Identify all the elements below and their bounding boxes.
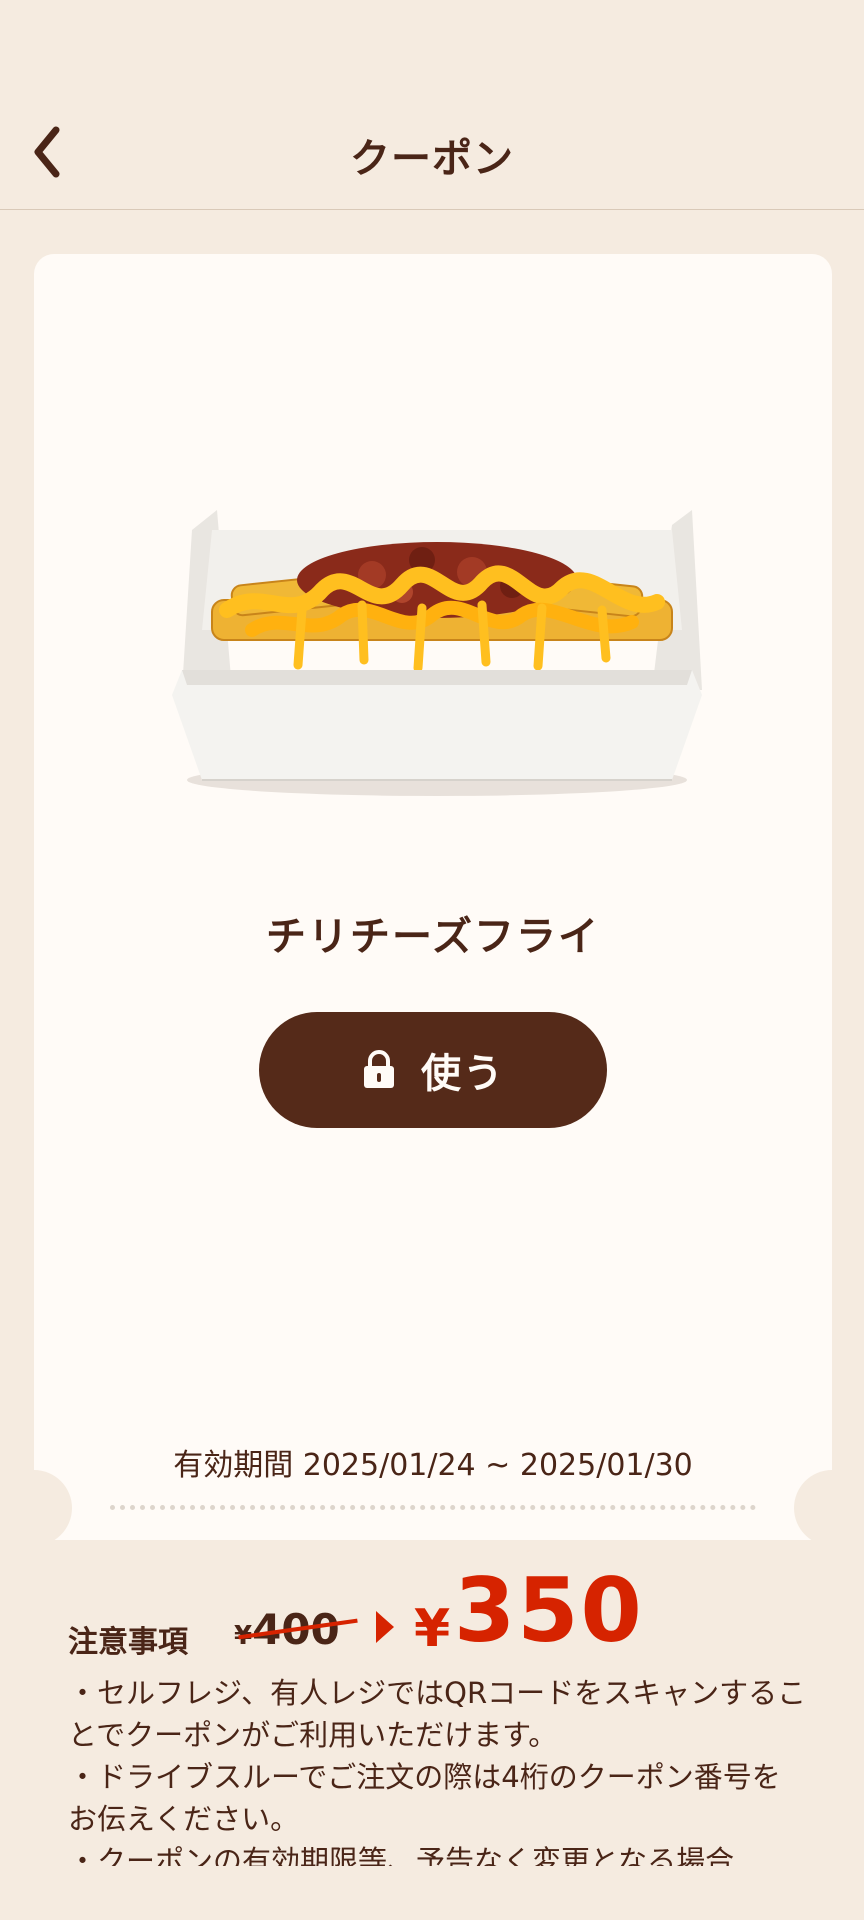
note-item: ・ドライブスルーでご注文の際は4桁のクーポン番号をお伝えください。 [68,1760,781,1836]
notes-title: 注意事項 [68,1625,188,1660]
notes-list: ・セルフレジ、有人レジではQRコードをスキャンすることでクーポンがご利用いただけ… [68,1672,808,1866]
note-item: ・クーポンの有効期限等、予告なく変更となる場合 [68,1844,735,1866]
discount-price-currency: ¥ [414,1599,451,1659]
app-header: クーポン [0,0,864,210]
discount-price: 350 [454,1559,644,1662]
validity-period: 有効期間 2025/01/24 ~ 2025/01/30 [173,1448,693,1483]
perforation-divider [110,1505,756,1510]
coupon-card: チリチーズフライ 使う ¥400 ¥ 350 有効期間 2025/01/24 ~… [0,254,864,1662]
page-title: クーポン [350,136,514,182]
arrow-right-icon [376,1611,394,1643]
product-image [172,510,702,796]
lock-icon [364,1050,394,1088]
use-button-label: 使う [421,1051,505,1097]
product-name: チリチーズフライ [266,914,600,960]
use-coupon-button[interactable]: 使う [259,1012,607,1128]
note-item: ・セルフレジ、有人レジではQRコードをスキャンすることでクーポンがご利用いただけ… [68,1676,807,1752]
